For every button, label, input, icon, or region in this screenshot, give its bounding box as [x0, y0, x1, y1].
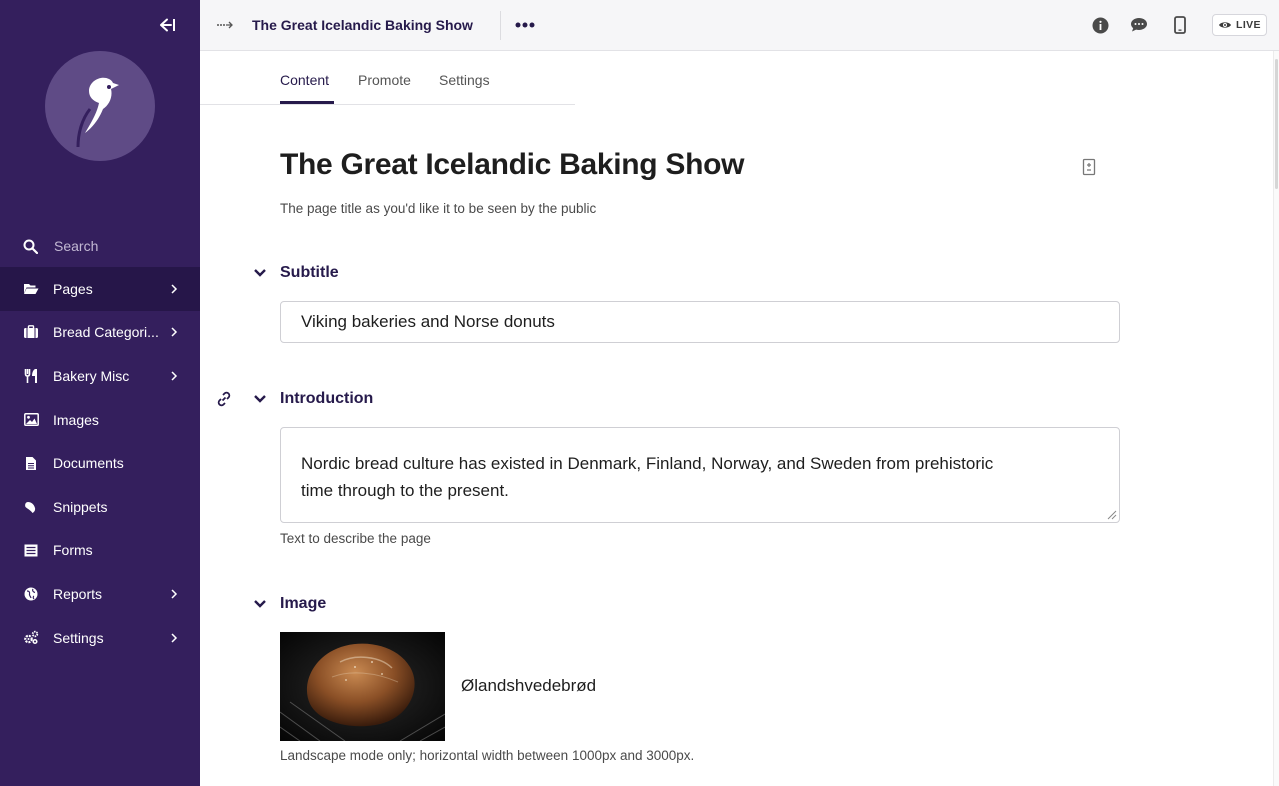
more-dots-icon: [515, 22, 535, 28]
eye-icon: [1219, 22, 1232, 28]
sidebar-item-images[interactable]: Images: [0, 398, 200, 442]
wagtail-logo-icon[interactable]: [45, 51, 155, 161]
comments-icon[interactable]: [1129, 15, 1149, 35]
mobile-preview-icon[interactable]: [1170, 15, 1190, 35]
editor-tabs: Content Promote Settings: [200, 51, 575, 105]
sidebar-item-documents[interactable]: Documents: [0, 441, 200, 485]
image-label: Image: [280, 595, 327, 612]
subtitle-section-toggle[interactable]: Subtitle: [250, 263, 339, 283]
sidebar-item-snippets[interactable]: Snippets: [0, 485, 200, 529]
introduction-line-1: Nordic bread culture has existed in Denm…: [301, 454, 994, 473]
scrollbar[interactable]: [1273, 51, 1279, 786]
header-divider: [500, 11, 501, 40]
globe-icon: [23, 586, 39, 602]
sidebar-item-bakery-misc[interactable]: Bakery Misc: [0, 354, 200, 398]
sidebar-item-label: Documents: [53, 455, 124, 472]
doc-icon: [23, 455, 39, 471]
header-title[interactable]: The Great Icelandic Baking Show: [252, 17, 473, 33]
sidebar: Search Pages Bread Categori... Bakery Mi…: [0, 0, 200, 786]
sidebar-item-pages[interactable]: Pages: [0, 267, 200, 311]
search-label: Search: [54, 238, 99, 254]
sidebar-item-label: Forms: [53, 542, 93, 559]
chevron-right-icon: [171, 327, 178, 337]
tab-settings[interactable]: Settings: [439, 72, 490, 88]
chevron-right-icon: [171, 589, 178, 599]
chevron-down-icon: [250, 389, 270, 409]
chevron-down-icon: [250, 263, 270, 283]
anchor-link-icon[interactable]: [215, 390, 233, 408]
introduction-label: Introduction: [280, 390, 374, 407]
sidebar-item-label: Bread Categori...: [53, 324, 159, 341]
subtitle-label: Subtitle: [280, 264, 339, 281]
sidebar-search[interactable]: Search: [0, 226, 200, 266]
collapse-sidebar-icon[interactable]: [156, 14, 178, 36]
introduction-line-2: time through to the present.: [301, 481, 509, 500]
sidebar-item-reports[interactable]: Reports: [0, 572, 200, 616]
chevron-down-icon: [250, 594, 270, 614]
tab-content[interactable]: Content: [280, 72, 329, 88]
utensils-icon: [23, 368, 39, 384]
resize-handle-icon[interactable]: [1105, 508, 1117, 520]
page-header: The Great Icelandic Baking Show LIVE: [200, 0, 1279, 51]
cogs-icon: [23, 630, 39, 646]
sidebar-item-label: Settings: [53, 629, 104, 646]
breadcrumb-toggle-icon[interactable]: [216, 17, 234, 33]
active-tab-indicator: [280, 101, 334, 104]
sidebar-item-label: Images: [53, 411, 99, 428]
sidebar-item-label: Snippets: [53, 498, 108, 515]
more-actions-button[interactable]: [514, 15, 536, 35]
suitcase-icon: [23, 324, 39, 340]
search-icon: [23, 239, 38, 254]
folder-open-icon: [23, 281, 39, 297]
image-section-toggle[interactable]: Image: [250, 594, 326, 614]
info-icon[interactable]: [1090, 15, 1110, 35]
scrollbar-thumb[interactable]: [1275, 59, 1278, 189]
sidebar-item-label: Reports: [53, 585, 103, 602]
sidebar-item-label: Pages: [53, 280, 93, 297]
chevron-right-icon: [171, 371, 178, 381]
subtitle-input[interactable]: Viking bakeries and Norse donuts: [280, 301, 1120, 343]
image-name[interactable]: Ølandshvedebrød: [461, 676, 596, 696]
page-title[interactable]: The Great Icelandic Baking Show: [280, 148, 744, 182]
image-icon: [23, 412, 39, 428]
live-label: LIVE: [1236, 19, 1261, 31]
chevron-right-icon: [171, 284, 178, 294]
sidebar-item-label: Bakery Misc: [53, 367, 130, 384]
introduction-help-text: Text to describe the page: [280, 531, 431, 546]
title-help-text: The page title as you'd like it to be se…: [280, 201, 597, 216]
sidebar-item-forms[interactable]: Forms: [0, 529, 200, 573]
sidebar-menu: Pages Bread Categori... Bakery Misc Imag…: [0, 267, 200, 659]
sidebar-item-bread-categories[interactable]: Bread Categori...: [0, 311, 200, 355]
introduction-section-toggle[interactable]: Introduction: [250, 389, 373, 409]
chevron-right-icon: [171, 633, 178, 643]
image-help-text: Landscape mode only; horizontal width be…: [280, 748, 695, 763]
draftail-doc-icon[interactable]: [1081, 158, 1097, 176]
sidebar-item-settings[interactable]: Settings: [0, 616, 200, 660]
form-icon: [23, 542, 39, 558]
live-status-badge[interactable]: LIVE: [1212, 14, 1267, 36]
image-thumbnail[interactable]: [280, 632, 445, 741]
snippet-icon: [23, 499, 39, 515]
tab-promote[interactable]: Promote: [358, 72, 411, 88]
introduction-textarea[interactable]: Nordic bread culture has existed in Denm…: [280, 427, 1120, 523]
